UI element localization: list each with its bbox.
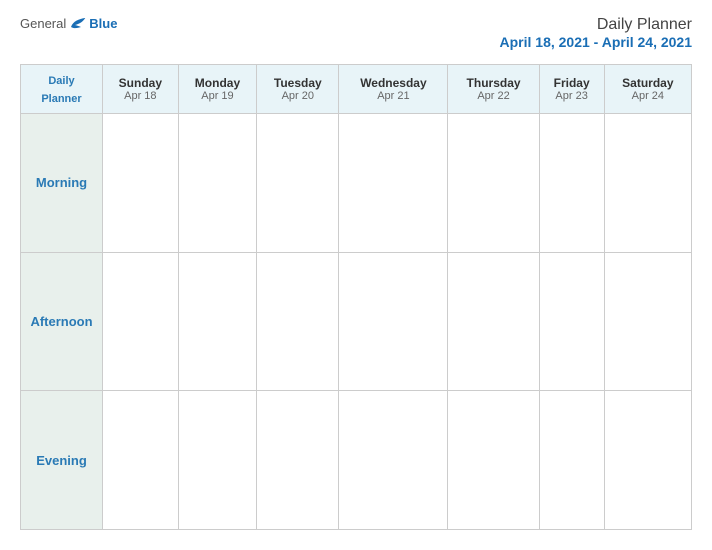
cell-sunday-evening[interactable] [103, 391, 179, 530]
day-header-tuesday: Tuesday Apr 20 [257, 65, 339, 114]
table-header-row: Daily Planner Sunday Apr 18 Monday Apr 1… [21, 65, 692, 114]
table-row-morning: Morning [21, 114, 692, 253]
cell-friday-morning[interactable] [539, 114, 604, 253]
cell-monday-morning[interactable] [178, 114, 257, 253]
title-area: Daily Planner April 18, 2021 - April 24,… [500, 16, 692, 50]
cell-saturday-morning[interactable] [604, 114, 691, 253]
corner-label-line1: Daily [48, 75, 74, 87]
time-label-afternoon: Afternoon [21, 252, 103, 391]
planner-date-range: April 18, 2021 - April 24, 2021 [500, 34, 692, 50]
time-label-morning: Morning [21, 114, 103, 253]
planner-table: Daily Planner Sunday Apr 18 Monday Apr 1… [20, 64, 692, 530]
page-header: General Blue Daily Planner April 18, 202… [20, 16, 692, 50]
cell-tuesday-morning[interactable] [257, 114, 339, 253]
corner-label-line2: Planner [41, 93, 81, 105]
logo-bird-icon [69, 17, 87, 31]
cell-thursday-evening[interactable] [448, 391, 539, 530]
cell-friday-evening[interactable] [539, 391, 604, 530]
table-row-evening: Evening [21, 391, 692, 530]
cell-saturday-afternoon[interactable] [604, 252, 691, 391]
planner-title: Daily Planner [500, 16, 692, 34]
cell-sunday-morning[interactable] [103, 114, 179, 253]
cell-wednesday-evening[interactable] [339, 391, 448, 530]
cell-monday-evening[interactable] [178, 391, 257, 530]
day-header-friday: Friday Apr 23 [539, 65, 604, 114]
cell-wednesday-afternoon[interactable] [339, 252, 448, 391]
cell-thursday-morning[interactable] [448, 114, 539, 253]
corner-header: Daily Planner [21, 65, 103, 114]
logo-area: General Blue [20, 16, 117, 31]
logo-blue-text: Blue [89, 16, 117, 31]
day-header-thursday: Thursday Apr 22 [448, 65, 539, 114]
logo-general-text: General [20, 16, 66, 31]
day-header-sunday: Sunday Apr 18 [103, 65, 179, 114]
cell-tuesday-evening[interactable] [257, 391, 339, 530]
cell-saturday-evening[interactable] [604, 391, 691, 530]
cell-thursday-afternoon[interactable] [448, 252, 539, 391]
table-row-afternoon: Afternoon [21, 252, 692, 391]
cell-wednesday-morning[interactable] [339, 114, 448, 253]
time-label-evening: Evening [21, 391, 103, 530]
day-header-saturday: Saturday Apr 24 [604, 65, 691, 114]
cell-sunday-afternoon[interactable] [103, 252, 179, 391]
cell-monday-afternoon[interactable] [178, 252, 257, 391]
cell-tuesday-afternoon[interactable] [257, 252, 339, 391]
day-header-wednesday: Wednesday Apr 21 [339, 65, 448, 114]
cell-friday-afternoon[interactable] [539, 252, 604, 391]
day-header-monday: Monday Apr 19 [178, 65, 257, 114]
